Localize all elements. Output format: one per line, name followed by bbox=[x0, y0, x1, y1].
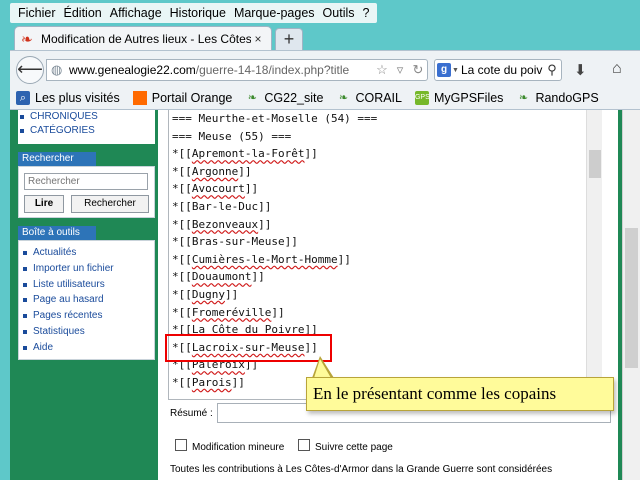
bookmark-mygpsfiles[interactable]: GPS MyGPSFiles bbox=[414, 90, 503, 105]
misspelled-word: Argonne bbox=[191, 164, 239, 178]
menu-affichage[interactable]: Affichage bbox=[106, 6, 166, 20]
code-line: *[[Argonne]] bbox=[172, 164, 252, 178]
tab-strip: ❧ Modification de Autres lieux - Les Côt… bbox=[10, 26, 640, 50]
corail-icon: ❧ bbox=[338, 91, 349, 104]
url-bar[interactable]: ◍ www.genealogie22.com/guerre-14-18/inde… bbox=[46, 59, 428, 81]
google-icon: g bbox=[437, 63, 452, 77]
reload-icon[interactable]: ↻ bbox=[409, 62, 427, 78]
menu-edition[interactable]: Édition bbox=[60, 6, 106, 20]
tools-panel-title: Boîte à outils bbox=[18, 226, 96, 240]
license-footnote: Toutes les contributions à Les Côtes-d'A… bbox=[170, 464, 553, 475]
code-line: *[[Bras-sur-Meuse]] bbox=[172, 235, 298, 249]
sidebar-search-panel: Lire Rechercher bbox=[18, 166, 155, 218]
search-bar: g▼ ⚲ bbox=[434, 59, 562, 81]
read-button[interactable]: Lire bbox=[24, 195, 64, 213]
search-panel-title: Rechercher bbox=[18, 152, 96, 166]
search-input[interactable] bbox=[461, 63, 543, 77]
sidebar: CHRONIQUES CATÉGORIES Rechercher Lire Re… bbox=[10, 110, 158, 480]
tool-aide[interactable]: Aide bbox=[19, 340, 154, 356]
menu-outils[interactable]: Outils bbox=[319, 6, 359, 20]
menu-historique[interactable]: Historique bbox=[166, 6, 230, 20]
code-line: === Meurthe-et-Moselle (54) === bbox=[172, 112, 378, 125]
tool-statistiques[interactable]: Statistiques bbox=[19, 324, 154, 340]
url-text[interactable]: www.genealogie22.com/guerre-14-18/index.… bbox=[69, 63, 373, 77]
menu-fichier[interactable]: Fichier bbox=[14, 6, 60, 20]
summary-label: Résumé : bbox=[170, 408, 213, 419]
bookmark-corail[interactable]: ❧ CORAIL bbox=[336, 91, 402, 105]
code-line: *[[Fromeréville]] bbox=[172, 305, 285, 319]
cg22-icon: ❧ bbox=[247, 91, 257, 104]
bookmark-portail-orange[interactable]: Portail Orange bbox=[132, 90, 232, 105]
editor-scroll-thumb[interactable] bbox=[589, 150, 601, 178]
sidebar-links: CHRONIQUES CATÉGORIES bbox=[18, 110, 155, 144]
url-host: www.genealogie22.com bbox=[69, 63, 196, 77]
editor-scrollbar[interactable] bbox=[586, 110, 602, 400]
minor-edit-label: Modification mineure bbox=[192, 442, 285, 453]
code-line: === Meuse (55) === bbox=[172, 129, 292, 143]
tool-liste-utilisateurs[interactable]: Liste utilisateurs bbox=[19, 277, 154, 293]
misspelled-word: Dugny bbox=[191, 287, 225, 301]
tool-actualites[interactable]: Actualités bbox=[19, 245, 154, 261]
bookmark-randogps[interactable]: ❧ RandoGPS bbox=[516, 91, 599, 105]
highlight-box bbox=[165, 334, 332, 362]
misspelled-word: Cumières-le-Mort-Homme bbox=[191, 252, 338, 266]
rando-icon: ❧ bbox=[518, 91, 529, 104]
page-scrollbar[interactable] bbox=[622, 110, 640, 480]
annotation-callout: En le présentant comme les copains bbox=[306, 377, 614, 411]
tool-pages-recentes[interactable]: Pages récentes bbox=[19, 308, 154, 324]
misspelled-word: Bezonveaux bbox=[191, 217, 259, 231]
page-scroll-thumb[interactable] bbox=[625, 228, 638, 368]
search-engine-selector[interactable]: g ▼ bbox=[435, 60, 461, 80]
watch-page-label: Suivre cette page bbox=[315, 442, 393, 453]
new-tab-button[interactable]: + bbox=[275, 28, 303, 50]
code-line: *[[Douaumont]] bbox=[172, 270, 265, 284]
site-favicon-icon: ❧ bbox=[21, 30, 33, 47]
code-line: *[[Bezonveaux]] bbox=[172, 217, 272, 231]
code-line: *[[Dugny]] bbox=[172, 287, 239, 301]
sidebar-search-input[interactable] bbox=[24, 173, 148, 190]
bookmark-cg22[interactable]: ❧ CG22_site bbox=[245, 91, 324, 105]
search-button[interactable]: Rechercher bbox=[71, 195, 149, 213]
misspelled-word: Fromeréville bbox=[191, 305, 272, 319]
globe-icon: ◍ bbox=[51, 62, 63, 77]
orange-icon bbox=[132, 90, 147, 105]
misspelled-word: Douaumont bbox=[191, 270, 252, 284]
code-line: *[[Bar-le-Duc]] bbox=[172, 199, 272, 213]
bookmark-icon: ⌕ bbox=[16, 90, 30, 105]
watch-page-checkbox[interactable] bbox=[298, 439, 310, 451]
tool-importer[interactable]: Importer un fichier bbox=[19, 261, 154, 277]
tool-page-hasard[interactable]: Page au hasard bbox=[19, 292, 154, 308]
misspelled-word: Parois bbox=[191, 375, 232, 389]
bookmark-les-plus-visites[interactable]: ⌕ Les plus visités bbox=[16, 90, 120, 105]
sidebar-link-categories[interactable]: CATÉGORIES bbox=[18, 124, 155, 138]
tab-title: Modification de Autres lieux - Les Côtes… bbox=[41, 31, 251, 46]
mygps-icon: GPS bbox=[414, 90, 430, 105]
back-button[interactable]: ⟵ bbox=[16, 56, 44, 84]
download-icon[interactable]: ⬇ bbox=[574, 61, 587, 79]
code-line: *[[Cumières-le-Mort-Homme]] bbox=[172, 252, 351, 266]
code-line: *[[Apremont-la-Forêt]] bbox=[172, 147, 318, 161]
home-icon[interactable]: ⌂ bbox=[612, 60, 622, 78]
tab-active[interactable]: ❧ Modification de Autres lieux - Les Côt… bbox=[14, 26, 272, 50]
menu-marque-pages[interactable]: Marque-pages bbox=[230, 6, 319, 20]
menu-bar: Fichier Édition Affichage Historique Mar… bbox=[10, 3, 378, 23]
misspelled-word: Apremont-la-Forêt bbox=[191, 147, 305, 161]
url-path: /guerre-14-18/index.php?title bbox=[195, 63, 350, 77]
misspelled-word: Avocourt bbox=[191, 182, 245, 196]
sidebar-link-chroniques[interactable]: CHRONIQUES bbox=[18, 110, 155, 124]
code-line: *[[Avocourt]] bbox=[172, 182, 259, 196]
page-content: CHRONIQUES CATÉGORIES Rechercher Lire Re… bbox=[10, 110, 640, 480]
history-dropdown-icon[interactable]: ▿ bbox=[391, 62, 409, 78]
navigation-bar: ⟵ ◍ www.genealogie22.com/guerre-14-18/in… bbox=[10, 50, 640, 86]
menu-help[interactable]: ? bbox=[359, 6, 374, 20]
tab-close-icon[interactable]: × bbox=[251, 32, 265, 46]
callout-tail-fill bbox=[314, 359, 331, 378]
chevron-down-icon: ▼ bbox=[452, 66, 459, 74]
toolbox-panel: Actualités Importer un fichier Liste uti… bbox=[18, 240, 155, 360]
search-icon[interactable]: ⚲ bbox=[543, 62, 561, 78]
minor-edit-checkbox[interactable] bbox=[175, 439, 187, 451]
bookmarks-bar: ⌕ Les plus visités Portail Orange ❧ CG22_s… bbox=[10, 86, 640, 110]
bookmark-star-icon[interactable]: ☆ bbox=[373, 62, 391, 78]
back-arrow-icon: ⟵ bbox=[17, 59, 43, 79]
